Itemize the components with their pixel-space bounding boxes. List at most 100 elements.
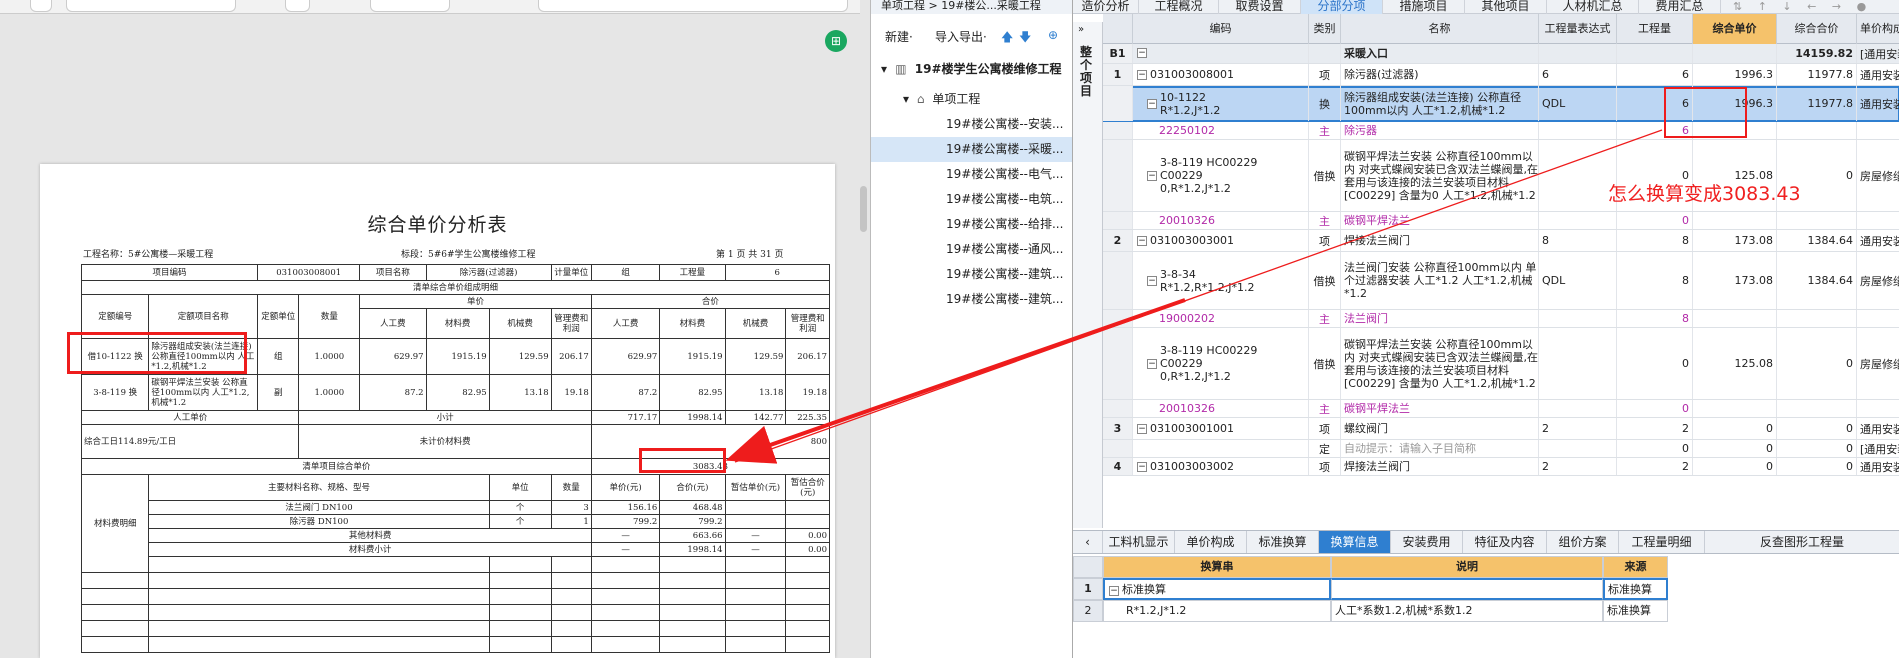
col-code[interactable]: 编码 — [1133, 14, 1309, 44]
collapse-arrow-icon[interactable]: ▾ — [903, 92, 909, 106]
sub-row-source[interactable]: 标准换算 — [1603, 600, 1668, 622]
grid-cell-code[interactable]: −3-8-119 HC00229 C00229 0,R*1.2,J*1.2 — [1133, 328, 1309, 399]
grid-cell-file[interactable] — [1857, 310, 1899, 327]
grid-cell-up[interactable]: 0 — [1693, 440, 1777, 457]
tab-pricing-plan[interactable]: 组价方案 — [1547, 531, 1619, 553]
grid-cell-up[interactable]: 173.08 — [1693, 230, 1777, 251]
grid-cell-type[interactable]: 项 — [1309, 458, 1341, 475]
grid-cell-expr[interactable]: QDL — [1539, 252, 1617, 309]
grid-cell-type[interactable]: 项 — [1309, 418, 1341, 439]
grid-cell-name[interactable]: 螺纹阀门 — [1341, 418, 1539, 439]
tab-measures[interactable]: 措施项目 — [1383, 0, 1465, 14]
grid-cell-file[interactable]: 房屋修缮工程 — [1857, 140, 1899, 211]
grid-cell-expr[interactable] — [1539, 122, 1617, 139]
grid-cell-name[interactable]: 法兰阀门 — [1341, 310, 1539, 327]
sub-row-desc[interactable] — [1331, 578, 1603, 600]
grid-cell-total[interactable]: 11977.8 — [1777, 64, 1857, 85]
tree-item[interactable]: 19#楼公寓楼--电筑... — [871, 187, 1073, 212]
whole-project-label[interactable]: 整个项目 — [1080, 46, 1094, 98]
grid-cell-type[interactable]: 项 — [1309, 230, 1341, 251]
grid-cell-type[interactable]: 主 — [1309, 122, 1341, 139]
grid-cell-name[interactable]: 采暖入口 — [1341, 44, 1539, 63]
grid-cell-qty[interactable]: 2 — [1617, 418, 1693, 439]
grid-cell-file[interactable]: 通用安装工程 — [1857, 64, 1899, 85]
collapse-icon[interactable]: − — [1137, 48, 1147, 58]
grid-cell-code[interactable] — [1133, 44, 1309, 63]
viewer-toolbar-field[interactable] — [370, 0, 450, 12]
tab-overview[interactable]: 工程概况 — [1139, 0, 1219, 14]
col-expr[interactable]: 工程量表达式 — [1539, 14, 1617, 44]
grid-cell-up[interactable] — [1693, 400, 1777, 417]
col-unit-price[interactable]: 综合单价 — [1693, 14, 1777, 44]
grid-cell-total[interactable]: 0 — [1777, 418, 1857, 439]
grid-cell-type[interactable]: 换 — [1309, 86, 1341, 121]
grid-cell-name[interactable]: 法兰阀门安装 公称直径100mm以内 单个过滤器安装 人工*1.2 人工*1.2… — [1341, 252, 1539, 309]
grid-cell-total[interactable] — [1777, 122, 1857, 139]
grid-row[interactable]: 20010326 主碳钢平焊法兰 0 — [1103, 400, 1899, 418]
grid-cell-total[interactable] — [1777, 400, 1857, 417]
grid-cell-type[interactable]: 借换 — [1309, 328, 1341, 399]
grid-cell-expr[interactable] — [1539, 44, 1617, 63]
col-total[interactable]: 综合合价 — [1777, 14, 1857, 44]
grid-row[interactable]: 19000202 主法兰阀门 8 — [1103, 310, 1899, 328]
grid-cell-qty[interactable]: 0 — [1617, 440, 1693, 457]
grid-cell-code[interactable]: −031003001001 — [1133, 418, 1309, 439]
grid-row[interactable]: −3-8-34 R*1.2,R*1.2,J*1.2 借换 法兰阀门安装 公称直径10… — [1103, 252, 1899, 310]
grid-row[interactable]: 定自动提示：请输入子目简称000[通用安装工... — [1103, 440, 1899, 458]
grid-cell-expr[interactable] — [1539, 400, 1617, 417]
grid-cell-type[interactable]: 定 — [1309, 440, 1341, 457]
grid-cell-expr[interactable]: 8 — [1539, 230, 1617, 251]
grid-cell-code[interactable]: 19000202 — [1133, 310, 1309, 327]
sub-col-desc[interactable]: 说明 — [1331, 556, 1603, 578]
collapse-icon[interactable]: − — [1147, 170, 1157, 181]
tab-standard-conversion[interactable]: 标准换算 — [1247, 531, 1319, 553]
tab-qty-detail[interactable]: 工程量明细 — [1619, 531, 1705, 553]
sub-col-source[interactable]: 来源 — [1603, 556, 1668, 578]
grid-cell-file[interactable]: 通用安装工程 — [1857, 86, 1899, 121]
grid-cell-file[interactable]: 通用安装工程 — [1857, 458, 1899, 475]
grid-cell-file[interactable] — [1857, 212, 1899, 229]
grid-row[interactable]: −10-1122 R*1.2,J*1.2 换除污器组成安装(法兰连接) 公称直径1… — [1103, 86, 1899, 122]
grid-cell-up[interactable] — [1693, 310, 1777, 327]
sub-row-desc[interactable]: 人工*系数1.2,机械*系数1.2 — [1331, 600, 1603, 622]
grid-cell-name[interactable]: 自动提示：请输入子目简称 — [1341, 440, 1539, 457]
grid-row[interactable]: 1−031003008001 项除污器(过滤器) 6 6 1996.3 11977.8 通用… — [1103, 64, 1899, 86]
grid-row[interactable]: B1 采暖入口 14159.82[通用安装... − — [1103, 44, 1899, 64]
tab-conversion-info[interactable]: 换算信息 — [1319, 531, 1391, 553]
expand-icon[interactable]: ⊕ — [1048, 28, 1058, 42]
grid-cell-type[interactable]: 项 — [1309, 64, 1341, 85]
tree-root[interactable]: ▾ ▥ 19#楼学生公寓楼维修工程 — [871, 57, 1073, 82]
grid-cell-qty[interactable]: 0 — [1617, 328, 1693, 399]
col-type[interactable]: 类别 — [1309, 14, 1341, 44]
grid-cell-up[interactable] — [1693, 44, 1777, 63]
grid-cell-qty[interactable]: 2 — [1617, 458, 1693, 475]
collapse-icon[interactable]: − — [1137, 461, 1147, 472]
grid-cell-expr[interactable]: 6 — [1539, 64, 1617, 85]
tab-labor-material[interactable]: 工料机显示 — [1103, 531, 1175, 553]
grid-cell-name[interactable]: 焊接法兰阀门 — [1341, 458, 1539, 475]
col-qty[interactable]: 工程量 — [1617, 14, 1693, 44]
tab-price-composition[interactable]: 单价构成 — [1175, 531, 1247, 553]
tab-features[interactable]: 特征及内容 — [1463, 531, 1547, 553]
grid-cell-code[interactable]: −3-8-119 HC00229 C00229 0,R*1.2,J*1.2 — [1133, 140, 1309, 211]
tree-item[interactable]: 19#楼公寓楼--电气... — [871, 162, 1073, 187]
tab-items[interactable]: 分部分项 — [1301, 0, 1383, 14]
collapse-icon[interactable]: − — [1137, 423, 1147, 434]
sub-row-expr[interactable]: − 标准换算 — [1103, 578, 1331, 600]
collapse-icon[interactable]: − — [1137, 235, 1147, 246]
viewer-scrollbar[interactable] — [860, 186, 867, 232]
grid-cell-code[interactable]: −031003008001 — [1133, 64, 1309, 85]
grid-cell-expr[interactable]: QDL — [1539, 86, 1617, 121]
grid-cell-name[interactable]: 碳钢平焊法兰 — [1341, 212, 1539, 229]
grid-cell-type[interactable] — [1309, 44, 1341, 63]
tree-item[interactable]: 19#楼公寓楼--安装... — [871, 112, 1073, 137]
grid-cell-total[interactable] — [1777, 212, 1857, 229]
grid-cell-file[interactable] — [1857, 122, 1899, 139]
grid-cell-code[interactable]: −031003003002 — [1133, 458, 1309, 475]
grid-cell-total[interactable]: 0 — [1777, 440, 1857, 457]
grid-cell-file[interactable]: 房屋修缮工程 — [1857, 328, 1899, 399]
grid-cell-name[interactable]: 除污器(过滤器) — [1341, 64, 1539, 85]
tree-single-project[interactable]: ▾ ⌂ 单项工程 — [871, 87, 1073, 112]
move-down-icon[interactable]: 🡇 — [1019, 28, 1031, 49]
col-name[interactable]: 名称 — [1341, 14, 1539, 44]
